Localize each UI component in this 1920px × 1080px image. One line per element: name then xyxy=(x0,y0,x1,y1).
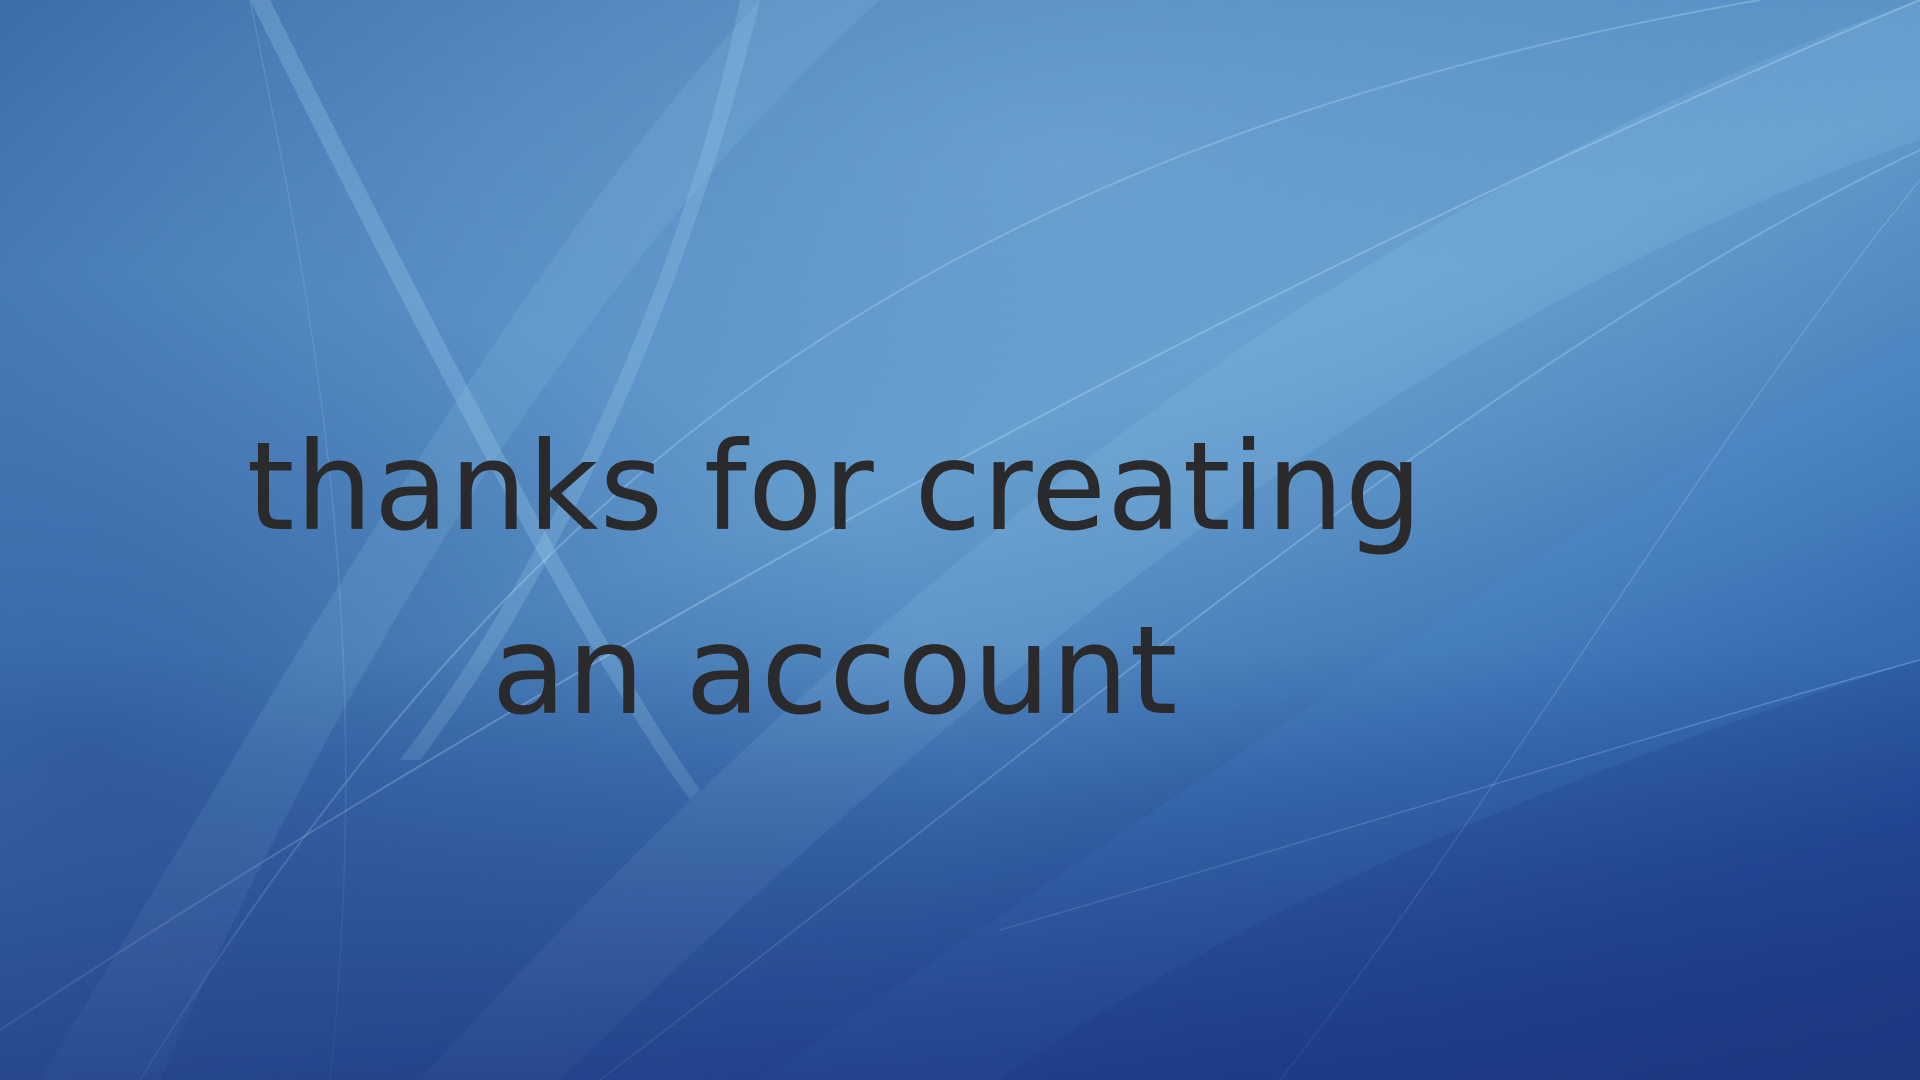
confirmation-screen: thanks for creating an account xyxy=(0,0,1920,1080)
account-created-message: thanks for creating an account xyxy=(246,416,1424,742)
